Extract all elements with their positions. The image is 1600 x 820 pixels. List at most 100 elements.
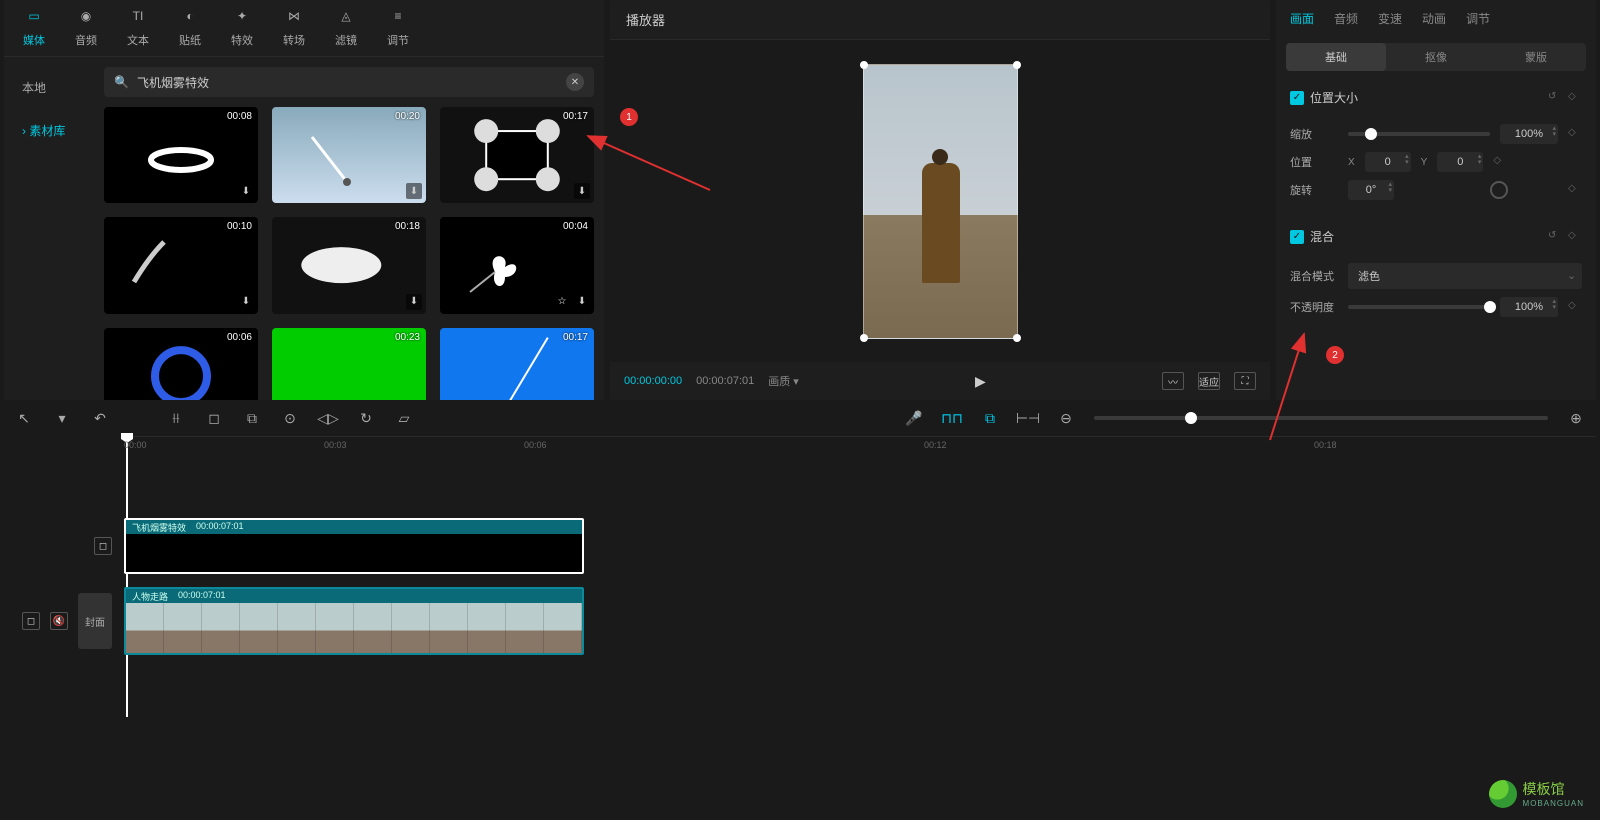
resize-handle[interactable] bbox=[1013, 334, 1021, 342]
rotate-icon[interactable]: ↻ bbox=[356, 408, 376, 428]
fullscreen-icon[interactable]: ⛶ bbox=[1234, 372, 1256, 390]
track-visibility-icon[interactable]: ◻ bbox=[22, 612, 40, 630]
timecode-current: 00:00:00:00 bbox=[624, 375, 682, 387]
timeline-ruler[interactable]: 00:00 00:03 00:06 00:12 00:18 bbox=[124, 436, 1596, 458]
play-button[interactable]: ▶ bbox=[975, 373, 986, 390]
tab-animation[interactable]: 动画 bbox=[1422, 10, 1446, 27]
checkbox-icon[interactable]: ✓ bbox=[1290, 230, 1304, 244]
resize-handle[interactable] bbox=[860, 61, 868, 69]
search-icon: 🔍 bbox=[114, 75, 129, 89]
mirror-icon[interactable]: ◁▷ bbox=[318, 408, 338, 428]
magnet-icon[interactable]: ⊓⊓ bbox=[942, 408, 962, 428]
tab-picture[interactable]: 画面 bbox=[1290, 10, 1314, 27]
select-tool-icon[interactable]: ↖ bbox=[14, 408, 34, 428]
cat-filter[interactable]: ◬滤镜 bbox=[334, 4, 358, 48]
section-position: ✓位置大小↺◇ 缩放 100%▴▾ ◇ 位置 X 0▴▾ Y 0▴▾ ◇ 旋转 … bbox=[1276, 83, 1596, 222]
preview-canvas[interactable] bbox=[863, 64, 1018, 339]
clip-effect[interactable]: 飞机烟雾特效00:00:07:01 bbox=[124, 518, 584, 574]
cover-button[interactable]: 封面 bbox=[78, 593, 112, 649]
align-icon[interactable]: ⊢⊣ bbox=[1018, 408, 1038, 428]
cat-media[interactable]: ▭媒体 bbox=[22, 4, 46, 48]
cat-effect[interactable]: ✦特效 bbox=[230, 4, 254, 48]
watermark-logo-icon bbox=[1489, 780, 1517, 808]
cat-audio[interactable]: ◉音频 bbox=[74, 4, 98, 48]
opacity-input[interactable]: 100%▴▾ bbox=[1500, 297, 1558, 317]
keyframe-icon[interactable]: ◇ bbox=[1568, 127, 1582, 141]
main-track: ◻ 🔇 封面 人物走路00:00:07:01 bbox=[4, 584, 1596, 658]
quality-label[interactable]: 画质 ▾ bbox=[768, 373, 799, 389]
split-icon[interactable]: ⟊⟊ bbox=[166, 408, 186, 428]
tab-speed[interactable]: 变速 bbox=[1378, 10, 1402, 27]
lib-tab-local[interactable]: 本地 bbox=[4, 73, 94, 102]
preview-area[interactable] bbox=[610, 40, 1270, 362]
transition-icon: ⋈ bbox=[282, 4, 306, 28]
cat-adjust[interactable]: ≡调节 bbox=[386, 4, 410, 48]
opacity-slider[interactable] bbox=[1348, 305, 1490, 309]
checkbox-icon[interactable]: ✓ bbox=[1290, 91, 1304, 105]
subtab-matting[interactable]: 抠像 bbox=[1386, 43, 1486, 71]
sub-tabs: 基础 抠像 蒙版 bbox=[1286, 43, 1586, 71]
subtab-mask[interactable]: 蒙版 bbox=[1486, 43, 1586, 71]
keyframe-icon[interactable]: ◇ bbox=[1568, 300, 1582, 314]
tab-adjust[interactable]: 调节 bbox=[1466, 10, 1490, 27]
keyframe-icon[interactable]: ◇ bbox=[1493, 155, 1507, 169]
asset-thumb[interactable]: 00:08⬇ bbox=[104, 107, 258, 203]
search-input[interactable] bbox=[137, 75, 558, 89]
resize-handle[interactable] bbox=[1013, 61, 1021, 69]
keyframe-icon[interactable]: ◇ bbox=[1568, 91, 1582, 105]
download-icon[interactable]: ⬇ bbox=[406, 294, 422, 310]
clip-name: 人物走路 bbox=[132, 590, 168, 602]
asset-thumb[interactable]: 00:10⬇ bbox=[104, 217, 258, 313]
library-sidebar: 本地 素材库 bbox=[4, 57, 94, 400]
scale-input[interactable]: 100%▴▾ bbox=[1500, 124, 1558, 144]
crop-icon[interactable]: ◻ bbox=[204, 408, 224, 428]
download-icon[interactable]: ⬇ bbox=[238, 183, 254, 199]
subtab-basic[interactable]: 基础 bbox=[1286, 43, 1386, 71]
zoom-out-icon[interactable]: ⊖ bbox=[1056, 408, 1076, 428]
annotation-marker-2: 2 bbox=[1326, 346, 1344, 364]
reset-icon[interactable]: ↺ bbox=[1548, 230, 1562, 244]
blend-mode-select[interactable]: 滤色 bbox=[1348, 263, 1582, 289]
zoom-in-icon[interactable]: ⊕ bbox=[1566, 408, 1586, 428]
fit-icon[interactable]: 适应 bbox=[1198, 372, 1220, 390]
cat-transition[interactable]: ⋈转场 bbox=[282, 4, 306, 48]
zoom-slider[interactable] bbox=[1094, 416, 1548, 420]
download-icon[interactable]: ⬇ bbox=[238, 294, 254, 310]
track-visibility-icon[interactable]: ◻ bbox=[94, 537, 112, 555]
track-mute-icon[interactable]: 🔇 bbox=[50, 612, 68, 630]
undo-icon[interactable]: ↶ bbox=[90, 408, 110, 428]
favorite-icon[interactable]: ☆ bbox=[554, 294, 570, 310]
transform-icon[interactable]: ▱ bbox=[394, 408, 414, 428]
asset-thumb[interactable]: 00:18⬇ bbox=[272, 217, 426, 313]
pos-x-input[interactable]: 0▴▾ bbox=[1365, 152, 1411, 172]
download-icon[interactable]: ⬇ bbox=[574, 183, 590, 199]
asset-thumb[interactable]: 00:06⬇ bbox=[104, 328, 258, 401]
scale-slider[interactable] bbox=[1348, 132, 1490, 136]
asset-thumb[interactable]: 00:17⬇ bbox=[440, 328, 594, 401]
clip-footage[interactable]: 人物走路00:00:07:01 bbox=[124, 587, 584, 655]
waveform-icon[interactable]: 〰 bbox=[1162, 372, 1184, 390]
rotation-wheel-icon[interactable] bbox=[1490, 181, 1508, 199]
reset-icon[interactable]: ↺ bbox=[1548, 91, 1562, 105]
tab-audio[interactable]: 音频 bbox=[1334, 10, 1358, 27]
clear-search-icon[interactable]: ✕ bbox=[566, 73, 584, 91]
lib-tab-stock[interactable]: 素材库 bbox=[4, 116, 94, 145]
asset-thumb[interactable]: 00:17⬇ bbox=[440, 107, 594, 203]
download-icon[interactable]: ⬇ bbox=[406, 183, 422, 199]
pos-y-input[interactable]: 0▴▾ bbox=[1437, 152, 1483, 172]
asset-thumb[interactable]: 00:23⬇ bbox=[272, 328, 426, 401]
link-icon[interactable]: ⧉ bbox=[980, 408, 1000, 428]
asset-thumb[interactable]: 00:20⬇ bbox=[272, 107, 426, 203]
keyframe-icon[interactable]: ◇ bbox=[1568, 183, 1582, 197]
dropdown-icon[interactable]: ▾ bbox=[52, 408, 72, 428]
cat-sticker[interactable]: ◐贴纸 bbox=[178, 4, 202, 48]
rotation-input[interactable]: 0°▴▾ bbox=[1348, 180, 1394, 200]
resize-handle[interactable] bbox=[860, 334, 868, 342]
mic-icon[interactable]: 🎤 bbox=[904, 408, 924, 428]
keyframe-icon[interactable]: ◇ bbox=[1568, 230, 1582, 244]
asset-thumb[interactable]: 00:04☆⬇ bbox=[440, 217, 594, 313]
cat-text[interactable]: TI文本 bbox=[126, 4, 150, 48]
duplicate-icon[interactable]: ⧉ bbox=[242, 408, 262, 428]
download-icon[interactable]: ⬇ bbox=[574, 294, 590, 310]
speed-icon[interactable]: ⊙ bbox=[280, 408, 300, 428]
